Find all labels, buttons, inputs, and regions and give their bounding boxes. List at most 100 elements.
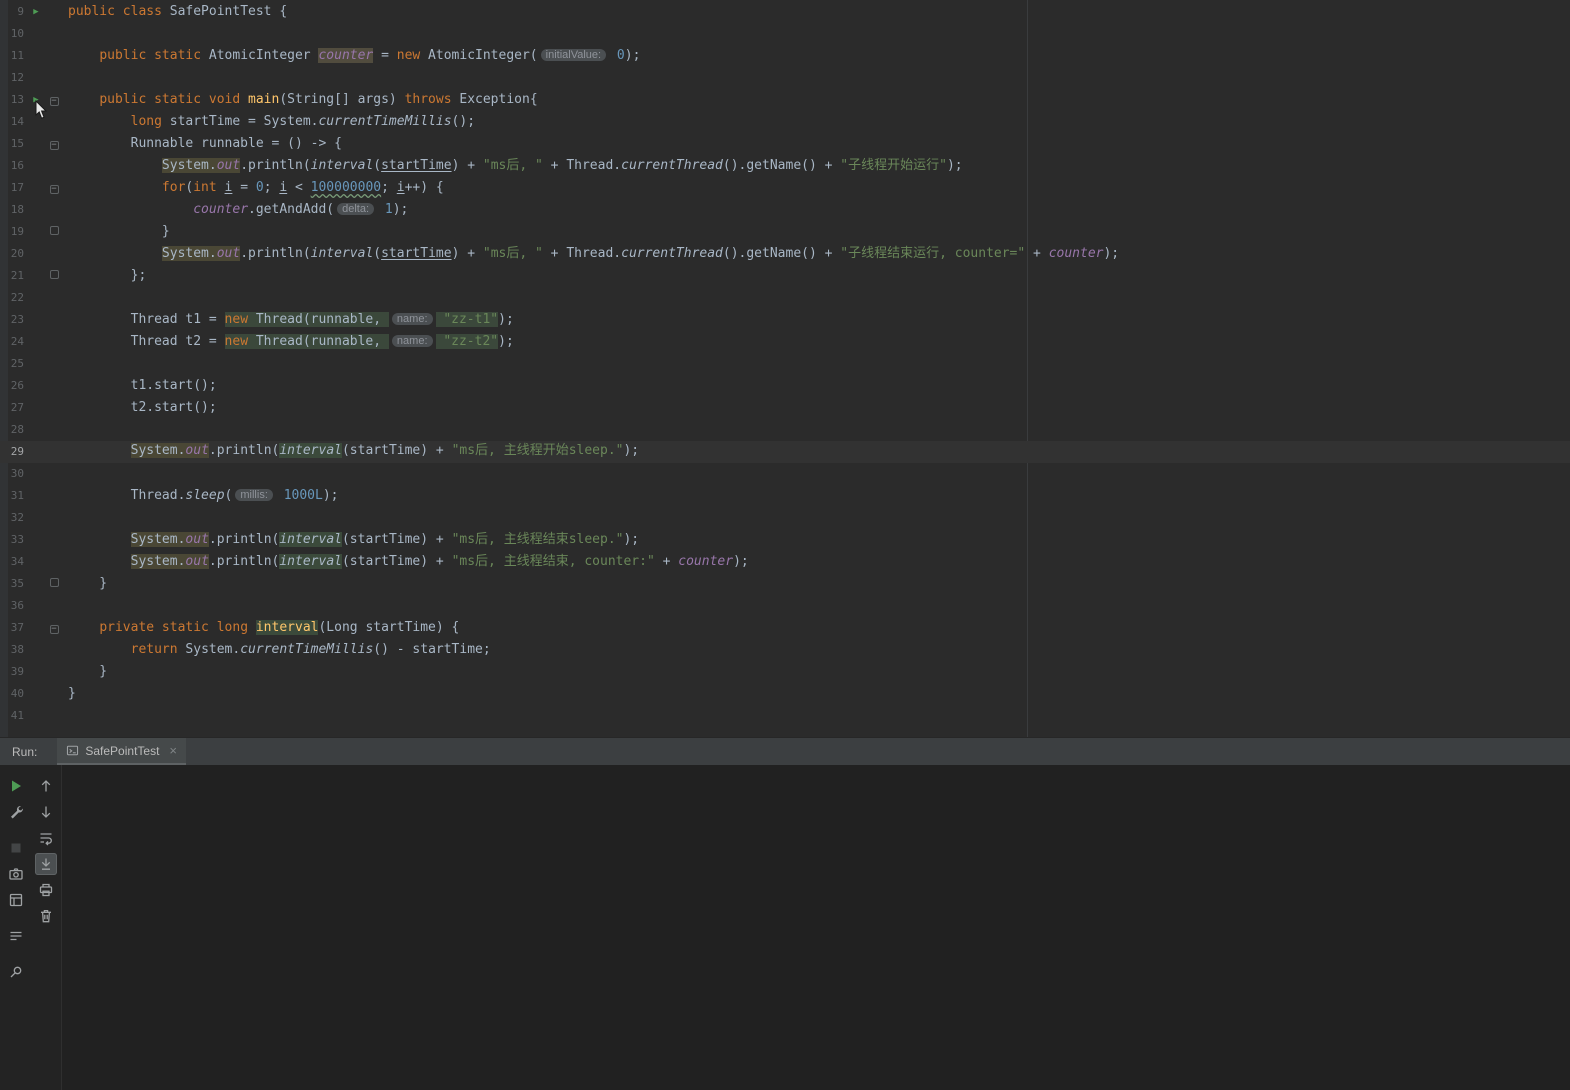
run-toolbar (0, 765, 31, 1090)
code-line[interactable]: 33 System.out.println(interval(startTime… (0, 529, 1570, 551)
line-number: 35 (0, 573, 26, 595)
line-number: 22 (0, 287, 26, 309)
code-text: System.out.println(interval(startTime) +… (68, 243, 1119, 265)
run-tab-title: SafePointTest (85, 744, 159, 758)
run-tool-window: Run: SafePointTest × (0, 737, 1570, 1090)
code-line[interactable]: 16 System.out.println(interval(startTime… (0, 155, 1570, 177)
code-line[interactable]: 21 }; (0, 265, 1570, 287)
code-line[interactable]: 24 Thread t2 = new Thread(runnable, name… (0, 331, 1570, 353)
code-line[interactable]: 31 Thread.sleep(millis: 1000L); (0, 485, 1570, 507)
code-line[interactable]: 41 (0, 705, 1570, 727)
line-number: 10 (0, 23, 26, 45)
run-tab-safepointtest[interactable]: SafePointTest × (57, 738, 186, 765)
thread-dump-button[interactable] (5, 863, 27, 885)
code-text: } (68, 573, 107, 595)
modify-run-config-button[interactable] (5, 801, 27, 823)
restore-layout-button[interactable] (5, 889, 27, 911)
line-number: 39 (0, 661, 26, 683)
scroll-to-end-button[interactable] (35, 853, 57, 875)
run-line-icon[interactable]: ▶ (26, 1, 46, 23)
close-tab-icon[interactable]: × (169, 743, 177, 758)
up-stacktrace-button[interactable] (35, 775, 57, 797)
code-line[interactable]: 18 counter.getAndAdd(delta: 1); (0, 199, 1570, 221)
fold-start-icon[interactable]: − (46, 177, 62, 199)
ide-window: 9▶public class SafePointTest {1011 publi… (0, 0, 1570, 1090)
line-number: 9 (0, 1, 26, 23)
line-number: 16 (0, 155, 26, 177)
code-text: Thread.sleep(millis: 1000L); (68, 485, 339, 507)
code-line[interactable]: 34 System.out.println(interval(startTime… (0, 551, 1570, 573)
code-line[interactable]: 19 } (0, 221, 1570, 243)
code-line[interactable]: 25 (0, 353, 1570, 375)
line-number: 41 (0, 705, 26, 727)
stop-button[interactable] (5, 837, 27, 859)
soft-wrap-button[interactable] (35, 827, 57, 849)
code-line[interactable]: 26 t1.start(); (0, 375, 1570, 397)
console-icon (66, 744, 79, 757)
line-number: 34 (0, 551, 26, 573)
code-line[interactable]: 37− private static long interval(Long st… (0, 617, 1570, 639)
options-menu-button[interactable] (5, 925, 27, 947)
line-number: 28 (0, 419, 26, 441)
line-number: 30 (0, 463, 26, 485)
line-number: 18 (0, 199, 26, 221)
print-button[interactable] (35, 879, 57, 901)
code-text: public static AtomicInteger counter = ne… (68, 45, 640, 67)
fold-start-icon[interactable]: − (46, 133, 62, 155)
fold-start-icon[interactable]: − (46, 617, 62, 639)
console-output[interactable] (62, 765, 1570, 1090)
code-line[interactable]: 27 t2.start(); (0, 397, 1570, 419)
line-number: 27 (0, 397, 26, 419)
line-number: 19 (0, 221, 26, 243)
code-line[interactable]: 39 } (0, 661, 1570, 683)
code-line[interactable]: 23 Thread t1 = new Thread(runnable, name… (0, 309, 1570, 331)
code-line[interactable]: 11 public static AtomicInteger counter =… (0, 45, 1570, 67)
line-number: 33 (0, 529, 26, 551)
run-panel-body (0, 765, 1570, 1090)
code-line[interactable]: 10 (0, 23, 1570, 45)
line-number: 14 (0, 111, 26, 133)
code-line[interactable]: 12 (0, 67, 1570, 89)
code-text: t2.start(); (68, 397, 217, 419)
pin-tab-button[interactable] (5, 961, 27, 983)
down-stacktrace-button[interactable] (35, 801, 57, 823)
run-line-icon[interactable]: ▶ (26, 89, 46, 111)
run-panel-label: Run: (12, 745, 37, 759)
code-line[interactable]: 30 (0, 463, 1570, 485)
fold-start-icon[interactable]: − (46, 89, 62, 111)
code-line[interactable]: 13▶− public static void main(String[] ar… (0, 89, 1570, 111)
code-line[interactable]: 28 (0, 419, 1570, 441)
line-number: 20 (0, 243, 26, 265)
code-line[interactable]: 29 System.out.println(interval(startTime… (0, 441, 1570, 463)
code-line[interactable]: 36 (0, 595, 1570, 617)
code-line[interactable]: 9▶public class SafePointTest { (0, 1, 1570, 23)
line-number: 36 (0, 595, 26, 617)
fold-end-icon[interactable] (46, 573, 62, 595)
code-text: } (68, 683, 76, 705)
clear-all-button[interactable] (35, 905, 57, 927)
code-editor[interactable]: 9▶public class SafePointTest {1011 publi… (0, 0, 1570, 737)
code-text: System.out.println(interval(startTime) +… (68, 551, 749, 573)
code-text: System.out.println(interval(startTime) +… (68, 155, 963, 177)
fold-end-icon[interactable] (46, 221, 62, 243)
code-line[interactable]: 14 long startTime = System.currentTimeMi… (0, 111, 1570, 133)
code-line[interactable]: 35 } (0, 573, 1570, 595)
code-line[interactable]: 22 (0, 287, 1570, 309)
editor-lines: 9▶public class SafePointTest {1011 publi… (0, 0, 1570, 727)
code-text: long startTime = System.currentTimeMilli… (68, 111, 475, 133)
code-line[interactable]: 40} (0, 683, 1570, 705)
code-line[interactable]: 17− for(int i = 0; i < 100000000; i++) { (0, 177, 1570, 199)
code-line[interactable]: 32 (0, 507, 1570, 529)
line-number: 31 (0, 485, 26, 507)
fold-end-icon[interactable] (46, 265, 62, 287)
run-panel-header: Run: SafePointTest × (0, 738, 1570, 765)
code-line[interactable]: 15− Runnable runnable = () -> { (0, 133, 1570, 155)
code-text: for(int i = 0; i < 100000000; i++) { (68, 177, 444, 199)
rerun-button[interactable] (5, 775, 27, 797)
line-number: 24 (0, 331, 26, 353)
line-number: 26 (0, 375, 26, 397)
line-number: 11 (0, 45, 26, 67)
code-line[interactable]: 38 return System.currentTimeMillis() - s… (0, 639, 1570, 661)
code-line[interactable]: 20 System.out.println(interval(startTime… (0, 243, 1570, 265)
line-number: 23 (0, 309, 26, 331)
